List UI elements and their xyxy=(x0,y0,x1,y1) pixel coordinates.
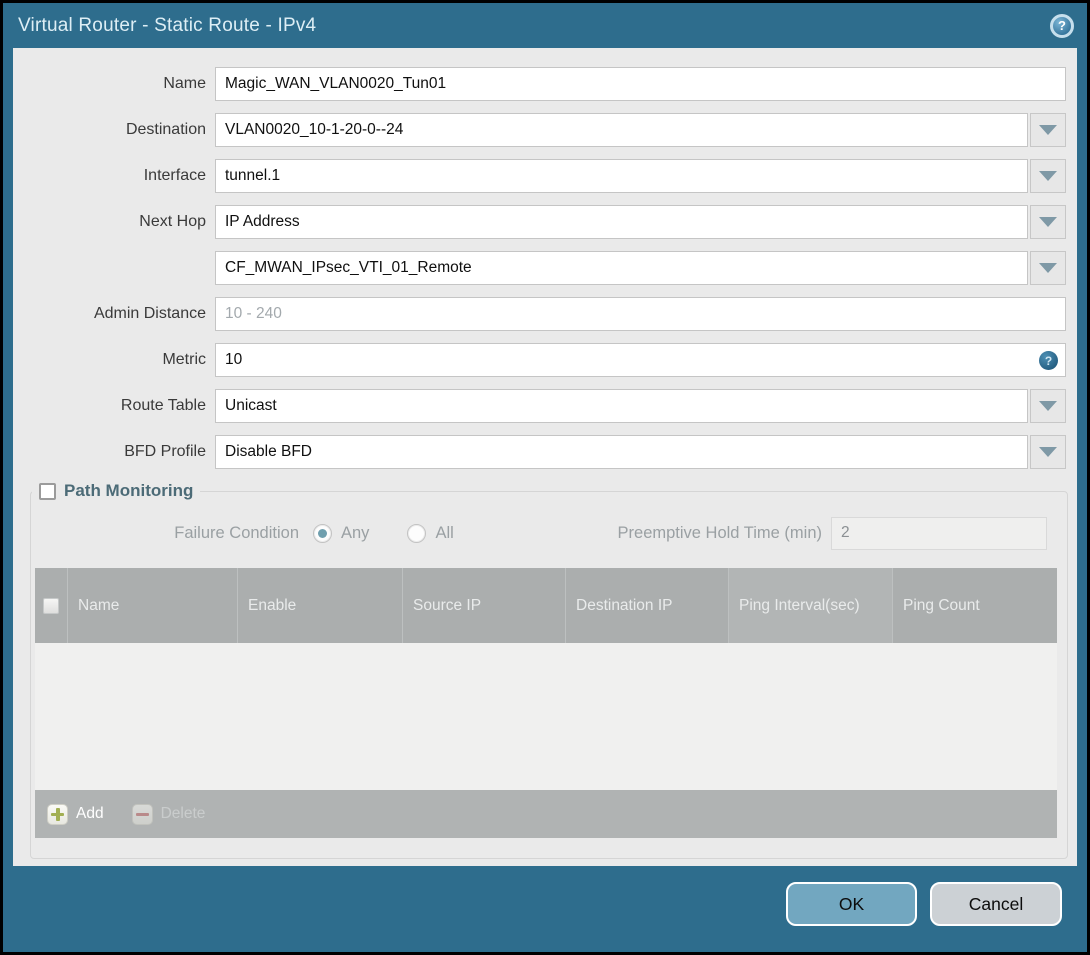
delete-button-label: Delete xyxy=(160,805,206,822)
next-hop-fieldwrap xyxy=(215,205,1066,239)
column-header-source-ip[interactable]: Source IP xyxy=(402,568,565,643)
dialog-titlebar: Virtual Router - Static Route - IPv4 ? xyxy=(3,3,1087,48)
admin-distance-label: Admin Distance xyxy=(93,305,206,322)
preemptive-hold-time-group: Preemptive Hold Time (min) xyxy=(617,516,1047,550)
dialog-footer: OK Cancel xyxy=(13,866,1077,952)
path-monitoring-section: Path Monitoring Failure Condition Any Al… xyxy=(30,481,1068,859)
plus-icon xyxy=(47,803,68,825)
chevron-down-icon xyxy=(1039,125,1057,135)
preemptive-hold-time-label: Preemptive Hold Time (min) xyxy=(617,523,822,542)
path-monitoring-legend: Path Monitoring xyxy=(32,481,200,501)
next-hop-address-dropdown-button[interactable] xyxy=(1030,251,1066,285)
next-hop-address-input[interactable] xyxy=(215,251,1028,285)
bfd-profile-fieldwrap xyxy=(215,435,1066,469)
select-all-header-cell xyxy=(35,568,67,643)
next-hop-type-input[interactable] xyxy=(215,205,1028,239)
column-header-destination-ip[interactable]: Destination IP xyxy=(565,568,728,643)
path-monitoring-title: Path Monitoring xyxy=(64,481,194,500)
destination-label: Destination xyxy=(125,121,206,138)
preemptive-hold-time-input xyxy=(831,516,1047,550)
metric-info-icon[interactable]: ? xyxy=(1039,351,1058,370)
interface-label: Interface xyxy=(143,167,206,184)
path-monitoring-table: Name Enable Source IP Destination IP Pin… xyxy=(35,568,1057,838)
column-header-ping-interval[interactable]: Ping Interval(sec) xyxy=(728,568,892,643)
screen: { "dialog": { "title": "Virtual Router -… xyxy=(0,0,1090,955)
bfd-profile-dropdown-button[interactable] xyxy=(1030,435,1066,469)
interface-fieldwrap xyxy=(215,159,1066,193)
column-header-enable[interactable]: Enable xyxy=(237,568,402,643)
route-table-row: Route Table xyxy=(13,389,1077,423)
next-hop-dropdown-button[interactable] xyxy=(1030,205,1066,239)
interface-input[interactable] xyxy=(215,159,1028,193)
route-table-label: Route Table xyxy=(120,397,206,414)
dialog-body: Name Destination Interface Next Hop xyxy=(13,48,1077,866)
name-label: Name xyxy=(163,75,206,92)
destination-fieldwrap xyxy=(215,113,1066,147)
minus-icon xyxy=(131,803,153,825)
next-hop-address-row xyxy=(13,251,1077,285)
add-button-label: Add xyxy=(76,805,104,822)
chevron-down-icon xyxy=(1039,217,1057,227)
interface-dropdown-button[interactable] xyxy=(1030,159,1066,193)
delete-button[interactable]: Delete xyxy=(131,803,206,825)
table-body-empty xyxy=(35,643,1057,790)
destination-input[interactable] xyxy=(215,113,1028,147)
name-fieldwrap xyxy=(215,67,1066,101)
next-hop-address-fieldwrap xyxy=(215,251,1066,285)
metric-label: Metric xyxy=(162,351,206,368)
table-header-row: Name Enable Source IP Destination IP Pin… xyxy=(35,568,1057,643)
column-header-name[interactable]: Name xyxy=(67,568,237,643)
route-table-fieldwrap xyxy=(215,389,1066,423)
failure-condition-all-radio[interactable] xyxy=(407,523,427,543)
route-table-dropdown-button[interactable] xyxy=(1030,389,1066,423)
add-button[interactable]: Add xyxy=(47,803,104,825)
metric-row: Metric ? xyxy=(13,343,1077,377)
admin-distance-row: Admin Distance xyxy=(13,297,1077,331)
admin-distance-fieldwrap xyxy=(215,297,1066,331)
column-header-ping-count[interactable]: Ping Count xyxy=(892,568,1057,643)
bfd-profile-label: BFD Profile xyxy=(124,443,206,460)
ok-button[interactable]: OK xyxy=(786,882,917,926)
static-route-dialog: Virtual Router - Static Route - IPv4 ? N… xyxy=(3,3,1087,952)
chevron-down-icon xyxy=(1039,447,1057,457)
help-icon[interactable]: ? xyxy=(1050,13,1074,38)
dialog-title: Virtual Router - Static Route - IPv4 xyxy=(18,14,317,36)
chevron-down-icon xyxy=(1039,401,1057,411)
failure-condition-row: Failure Condition Any All Preemptive Hol… xyxy=(31,516,1067,550)
interface-row: Interface xyxy=(13,159,1077,193)
bfd-profile-input[interactable] xyxy=(215,435,1028,469)
select-all-checkbox[interactable] xyxy=(43,597,59,614)
table-toolbar: Add Delete xyxy=(35,790,1057,838)
admin-distance-input[interactable] xyxy=(215,297,1066,331)
failure-condition-label: Failure Condition xyxy=(174,523,299,542)
cancel-button[interactable]: Cancel xyxy=(930,882,1062,926)
path-monitoring-checkbox[interactable] xyxy=(39,482,56,500)
metric-fieldwrap: ? xyxy=(215,343,1066,377)
name-input[interactable] xyxy=(215,67,1066,101)
route-table-input[interactable] xyxy=(215,389,1028,423)
chevron-down-icon xyxy=(1039,263,1057,273)
name-row: Name xyxy=(13,67,1077,101)
failure-condition-any-label: Any xyxy=(341,523,370,542)
destination-row: Destination xyxy=(13,113,1077,147)
chevron-down-icon xyxy=(1039,171,1057,181)
next-hop-row: Next Hop xyxy=(13,205,1077,239)
bfd-profile-row: BFD Profile xyxy=(13,435,1077,469)
destination-dropdown-button[interactable] xyxy=(1030,113,1066,147)
failure-condition-all-label: All xyxy=(435,523,454,542)
next-hop-label: Next Hop xyxy=(139,213,206,230)
failure-condition-any-radio[interactable] xyxy=(313,523,332,543)
metric-input[interactable] xyxy=(215,343,1066,377)
